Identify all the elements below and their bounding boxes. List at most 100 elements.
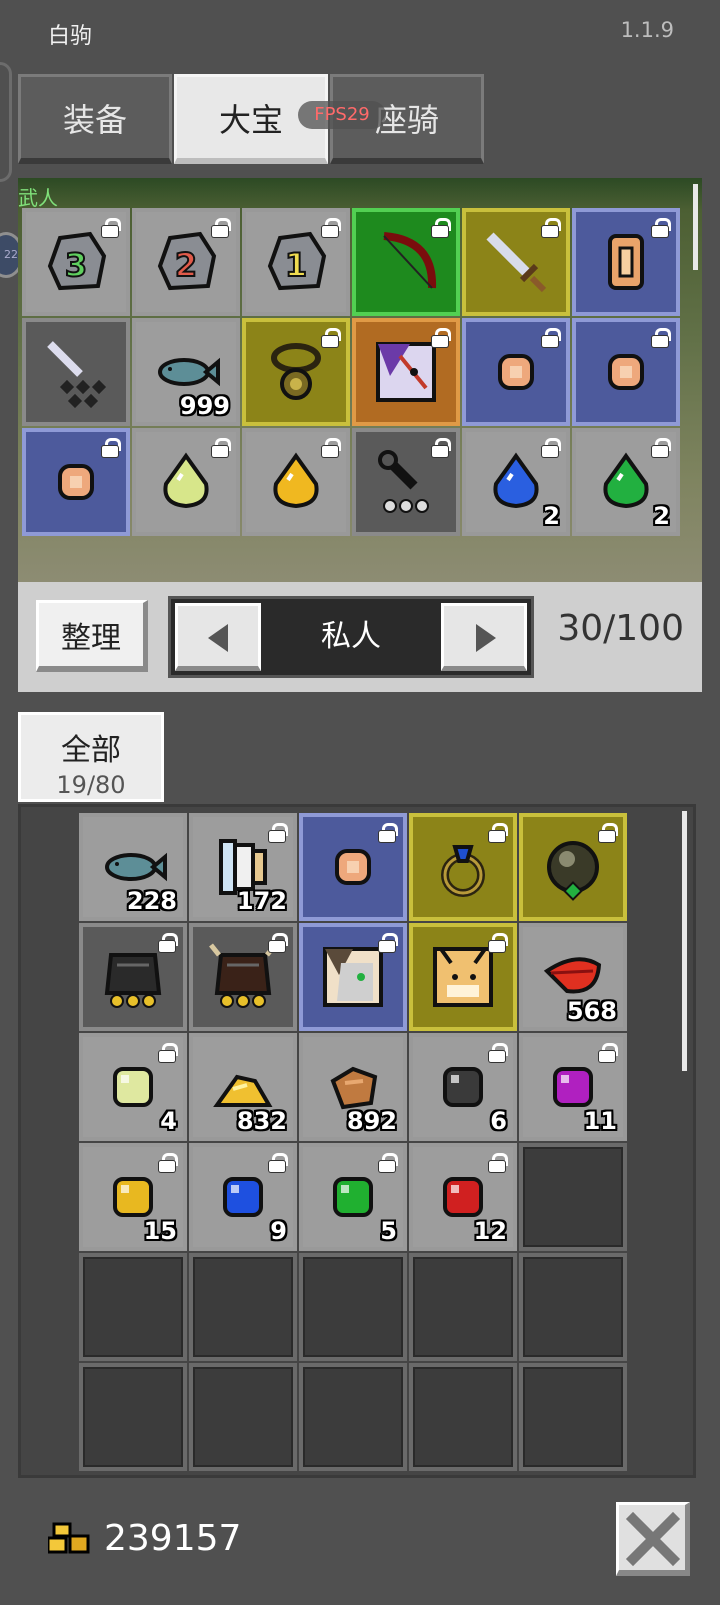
gold-drop-icon bbox=[273, 452, 319, 509]
svg-text:3: 3 bbox=[65, 246, 87, 284]
vault-item-slot[interactable] bbox=[352, 318, 460, 426]
sort-button[interactable]: 整理 bbox=[36, 600, 148, 672]
lock-icon bbox=[159, 933, 178, 952]
inventory-empty-slot[interactable] bbox=[409, 1363, 517, 1471]
inventory-item-slot[interactable] bbox=[519, 813, 627, 921]
item-count: 15 bbox=[143, 1217, 177, 1245]
lime-gem-icon bbox=[113, 1067, 153, 1107]
lock-icon bbox=[322, 328, 341, 347]
vault-item-slot[interactable] bbox=[352, 208, 460, 316]
horned-helm-icon bbox=[209, 943, 277, 1008]
inventory-item-slot[interactable]: 6 bbox=[409, 1033, 517, 1141]
amulet-icon bbox=[271, 343, 321, 400]
player-name: 白驹 bbox=[48, 24, 93, 49]
inventory-item-slot[interactable] bbox=[79, 923, 187, 1031]
inventory-item-slot[interactable]: 172 bbox=[189, 813, 297, 921]
inventory-item-slot[interactable]: 568 bbox=[519, 923, 627, 1031]
inventory-empty-slot[interactable] bbox=[519, 1363, 627, 1471]
vault-item-slot[interactable]: 999 bbox=[132, 318, 240, 426]
vault-item-slot[interactable]: 1 bbox=[242, 208, 350, 316]
wolf-portrait-icon bbox=[323, 947, 383, 1007]
inventory-empty-slot[interactable] bbox=[409, 1253, 517, 1361]
vault-item-slot[interactable] bbox=[132, 428, 240, 536]
category-label: 全部 bbox=[61, 733, 121, 768]
item-count: 892 bbox=[346, 1107, 397, 1135]
vault-capacity: 30/100 bbox=[557, 608, 684, 649]
next-page-button[interactable] bbox=[441, 603, 527, 671]
inventory-item-slot[interactable]: 228 bbox=[79, 813, 187, 921]
top-bar: 白驹 1.1.9 bbox=[0, 0, 720, 62]
dagger-icon bbox=[47, 341, 107, 408]
vault-item-slot[interactable] bbox=[462, 318, 570, 426]
arrow-left-icon bbox=[208, 624, 228, 652]
vault-scrollbar[interactable] bbox=[693, 184, 698, 270]
tab-equipment[interactable]: 装备 bbox=[18, 74, 172, 164]
inventory-empty-slot[interactable] bbox=[79, 1253, 187, 1361]
coin-icon bbox=[58, 464, 94, 500]
inventory-empty-slot[interactable] bbox=[519, 1253, 627, 1361]
vault-banner-text: 武人 bbox=[18, 186, 58, 210]
vault-item-slot[interactable] bbox=[352, 428, 460, 536]
inventory-item-slot[interactable]: 11 bbox=[519, 1033, 627, 1141]
inventory-item-slot[interactable] bbox=[409, 923, 517, 1031]
inventory-item-slot[interactable]: 892 bbox=[299, 1033, 407, 1141]
vault-item-slot[interactable]: 3 bbox=[22, 208, 130, 316]
lock-icon bbox=[489, 1153, 508, 1172]
page-selector: 私人 bbox=[168, 596, 534, 678]
inventory-empty-slot[interactable] bbox=[189, 1253, 297, 1361]
inventory-item-slot[interactable] bbox=[189, 923, 297, 1031]
inventory-empty-slot[interactable] bbox=[79, 1363, 187, 1471]
vault-item-slot[interactable]: 2 bbox=[462, 428, 570, 536]
lock-icon bbox=[212, 218, 231, 237]
side-drawer-handle[interactable] bbox=[0, 62, 12, 182]
inventory-item-slot[interactable]: 15 bbox=[79, 1143, 187, 1251]
lock-icon bbox=[379, 933, 398, 952]
item-count: 172 bbox=[236, 887, 287, 915]
inventory-empty-slot[interactable] bbox=[299, 1363, 407, 1471]
lock-icon bbox=[212, 438, 231, 457]
item-count: 2 bbox=[653, 502, 670, 530]
stone-1-icon: 1 bbox=[267, 231, 327, 291]
cat-portrait-icon bbox=[433, 947, 493, 1007]
inventory-empty-slot[interactable] bbox=[519, 1143, 627, 1251]
vault-item-slot[interactable]: 2 bbox=[572, 428, 680, 536]
inventory-scrollbar[interactable] bbox=[682, 811, 687, 1071]
lock-icon bbox=[269, 1153, 288, 1172]
prev-page-button[interactable] bbox=[175, 603, 261, 671]
vault-item-slot[interactable] bbox=[462, 208, 570, 316]
item-count: 12 bbox=[473, 1217, 507, 1245]
vault-item-slot[interactable] bbox=[572, 208, 680, 316]
inventory-item-slot[interactable] bbox=[299, 813, 407, 921]
inventory-item-slot[interactable]: 832 bbox=[189, 1033, 297, 1141]
inventory-item-slot[interactable]: 5 bbox=[299, 1143, 407, 1251]
lock-icon bbox=[489, 1043, 508, 1062]
lock-icon bbox=[489, 933, 508, 952]
lock-icon bbox=[542, 438, 561, 457]
lock-icon bbox=[322, 438, 341, 457]
category-tab-all[interactable]: 全部 19/80 bbox=[18, 712, 164, 802]
vault-item-slot[interactable] bbox=[22, 318, 130, 426]
close-button[interactable] bbox=[616, 1502, 690, 1576]
vault-item-slot[interactable] bbox=[242, 318, 350, 426]
inventory-item-slot[interactable]: 4 bbox=[79, 1033, 187, 1141]
item-count: 11 bbox=[583, 1107, 617, 1135]
inventory-item-slot[interactable]: 12 bbox=[409, 1143, 517, 1251]
vault-item-slot[interactable] bbox=[242, 428, 350, 536]
vault-item-slot[interactable]: 2 bbox=[132, 208, 240, 316]
item-count: 568 bbox=[566, 997, 617, 1025]
green-drop-icon bbox=[603, 452, 649, 509]
page-name: 私人 bbox=[321, 619, 381, 654]
inventory-empty-slot[interactable] bbox=[189, 1363, 297, 1471]
vault-item-slot[interactable] bbox=[572, 318, 680, 426]
lock-icon bbox=[432, 218, 451, 237]
inventory-panel: 228 172 568 4 832 892 6 11 15 9 5 12 bbox=[18, 804, 696, 1478]
inventory-item-slot[interactable] bbox=[299, 923, 407, 1031]
inventory-item-slot[interactable] bbox=[409, 813, 517, 921]
vault-item-slot[interactable] bbox=[22, 428, 130, 536]
inventory-empty-slot[interactable] bbox=[299, 1253, 407, 1361]
stone-3-icon: 3 bbox=[47, 231, 107, 291]
fps-counter: FPS29 bbox=[298, 101, 386, 129]
inventory-item-slot[interactable]: 9 bbox=[189, 1143, 297, 1251]
lock-icon bbox=[322, 218, 341, 237]
category-count: 19/80 bbox=[56, 771, 126, 799]
